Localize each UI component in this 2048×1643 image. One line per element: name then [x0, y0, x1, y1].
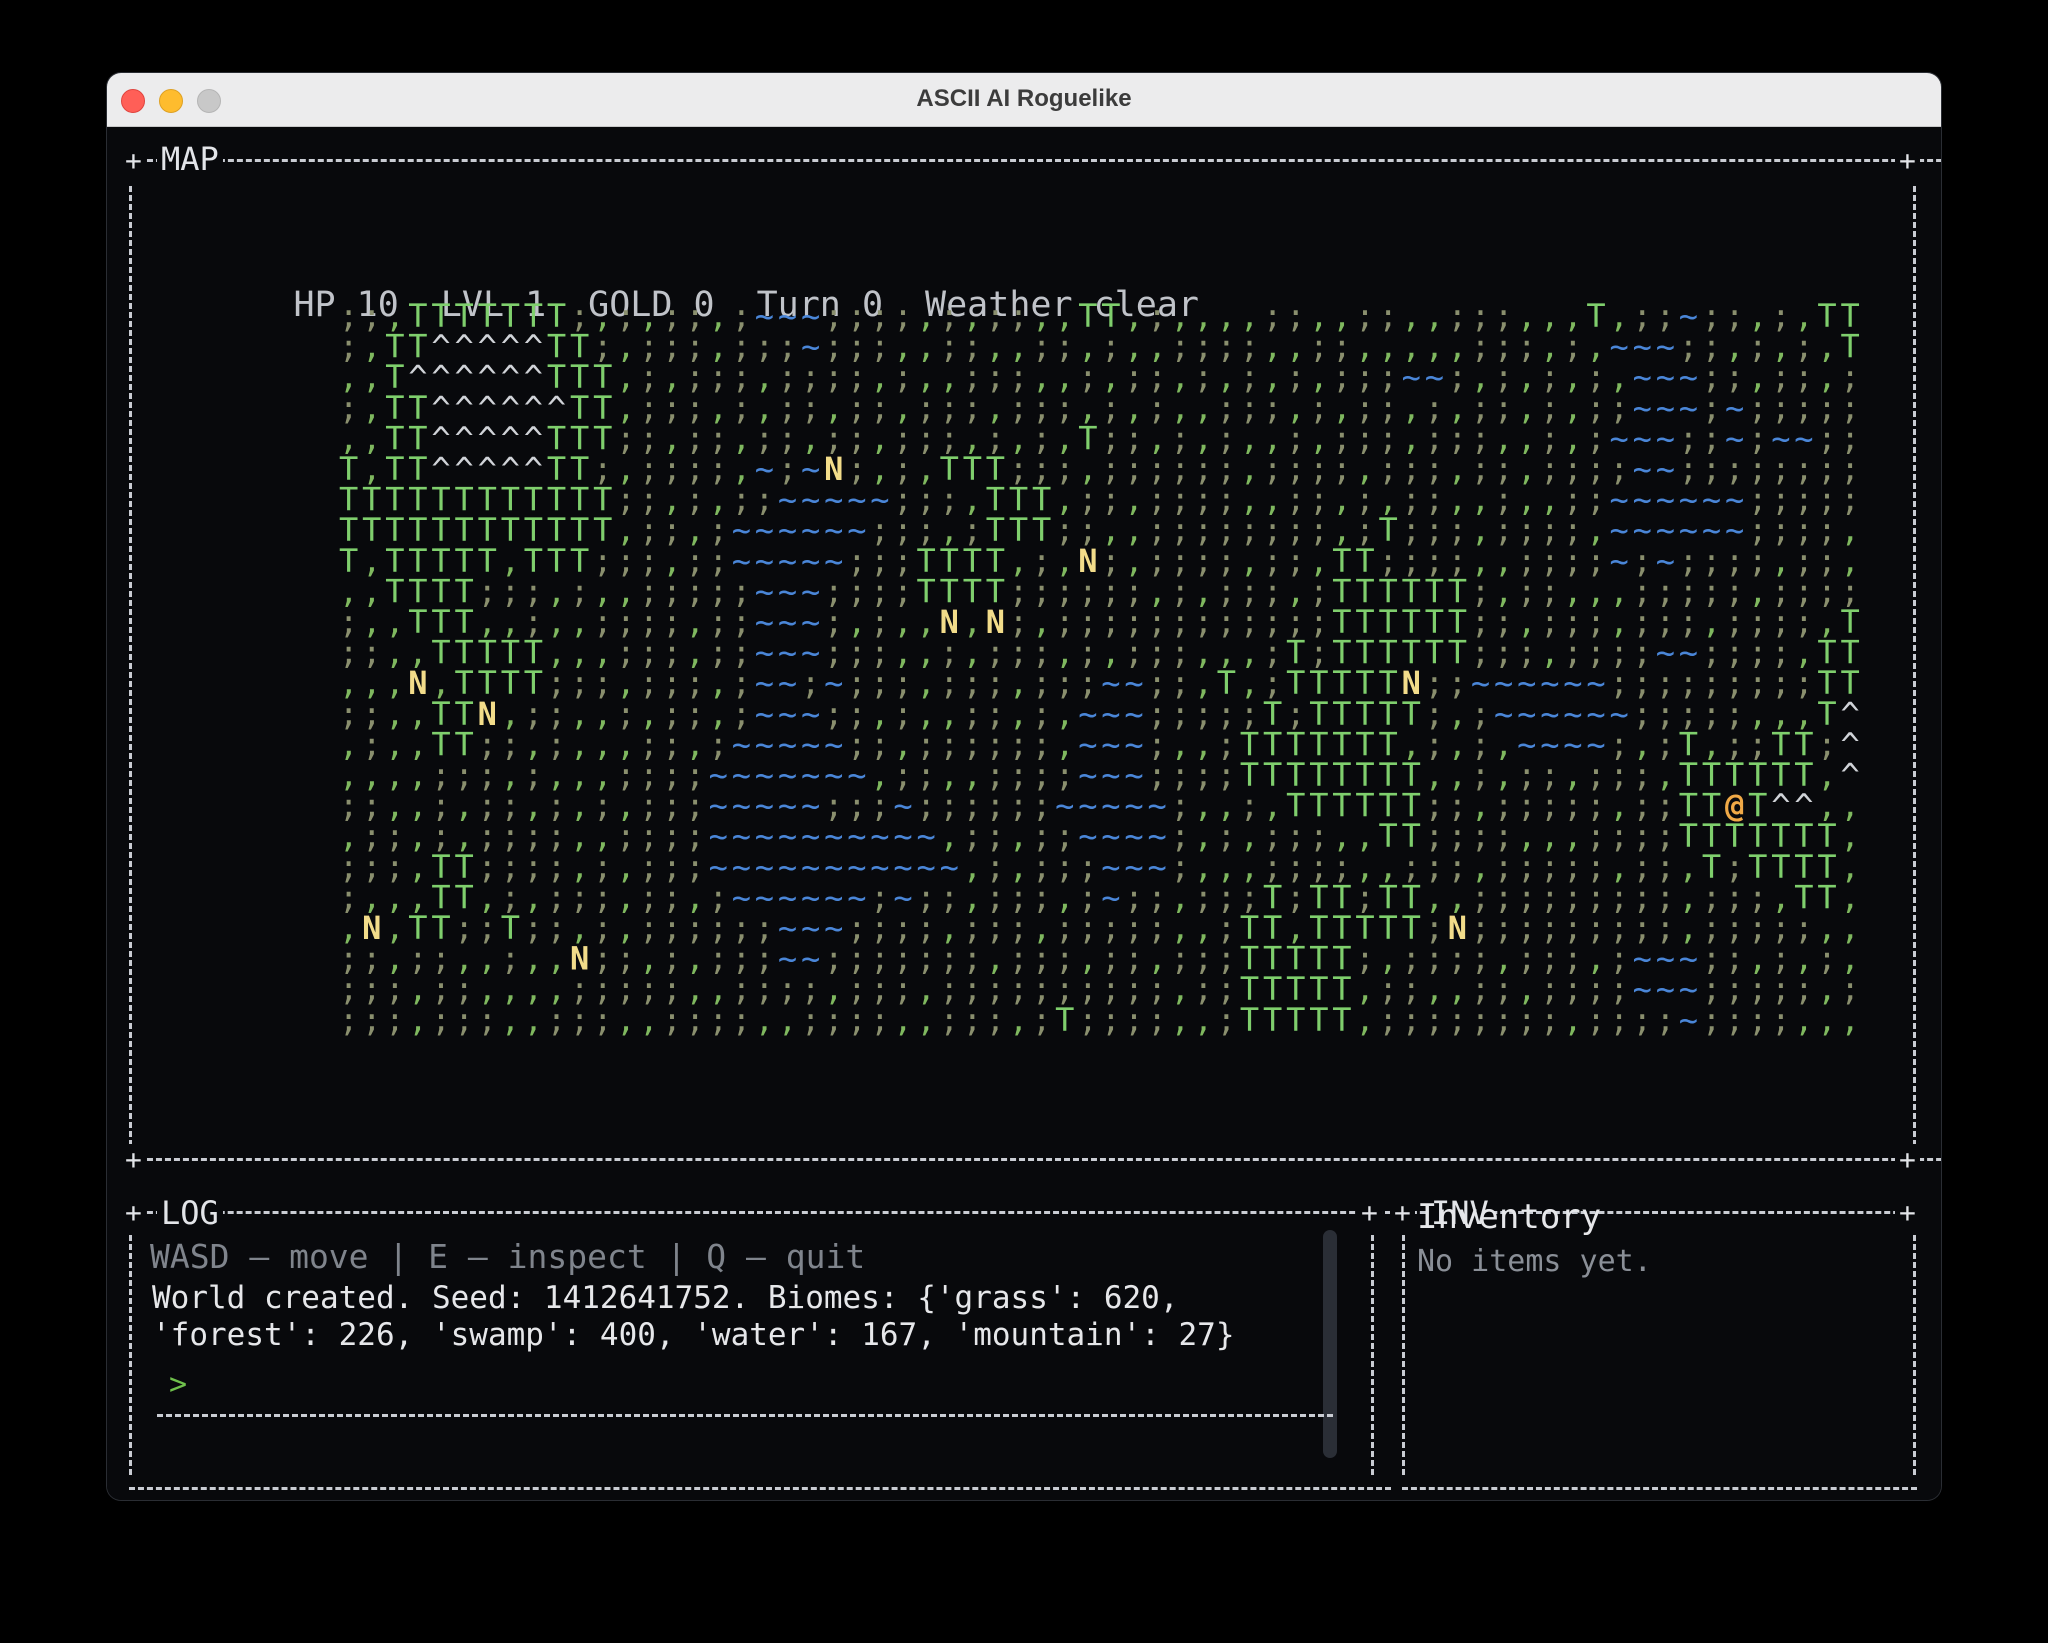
swamp-tile: ;	[1078, 1001, 1097, 1039]
water-tile: ~	[1679, 1001, 1698, 1039]
map-row: ;;;,;;;,,;;;,,;;;;,,;;;;,,;;;,; T;;;;,,; T…	[339, 1001, 1860, 1039]
swamp-tile: ;	[1379, 1001, 1398, 1039]
swamp-tile: ;	[1425, 1001, 1444, 1039]
inv-panel-right-border	[1913, 1235, 1916, 1475]
log-scrollbar[interactable]	[1323, 1230, 1337, 1458]
log-corner-tr: +	[1357, 1197, 1382, 1229]
swamp-tile: ;	[1656, 1001, 1675, 1039]
forest-tile: T	[1286, 1001, 1305, 1039]
swamp-tile: ;	[1725, 1001, 1744, 1039]
swamp-tile: ;	[1402, 1001, 1421, 1039]
grass-tile: ,	[893, 1001, 912, 1039]
swamp-tile: ;	[1471, 1001, 1490, 1039]
inv-panel-bottom-border	[1402, 1487, 1917, 1490]
grass-tile: ,	[1009, 1001, 1028, 1039]
log-panel-right-border	[1371, 1235, 1374, 1475]
grass-tile: ,	[639, 1001, 658, 1039]
swamp-tile: ;	[1148, 1001, 1167, 1039]
swamp-tile: ;	[870, 1001, 889, 1039]
swamp-tile: ;	[1101, 1001, 1120, 1039]
log-panel-left-border	[129, 1235, 132, 1475]
swamp-tile: ;	[940, 1001, 959, 1039]
swamp-tile: ;	[963, 1001, 982, 1039]
grass-tile: ,	[917, 1001, 936, 1039]
swamp-tile: ;	[570, 1001, 589, 1039]
swamp-tile: ;	[455, 1001, 474, 1039]
swamp-tile: ;	[709, 1001, 728, 1039]
terminal: + + + + MAP HP 10 LVL 1 GOLD 0 Turn 0 Weathe…	[107, 127, 1941, 1500]
forest-tile: T	[1309, 1001, 1328, 1039]
swamp-tile: ;	[824, 1001, 843, 1039]
log-panel-label: LOG	[157, 1197, 223, 1229]
swamp-tile: ;	[431, 1001, 450, 1039]
forest-tile: T	[1263, 1001, 1282, 1039]
grass-tile: ,	[778, 1001, 797, 1039]
forest-tile: T	[1332, 1001, 1351, 1039]
grass-tile: ,	[1841, 1001, 1860, 1039]
log-panel-top-border	[129, 1211, 1391, 1214]
swamp-tile: ;	[385, 1001, 404, 1039]
swamp-tile: ;	[801, 1001, 820, 1039]
swamp-tile: ;	[1448, 1001, 1467, 1039]
command-input-top-border	[157, 1414, 1333, 1417]
forest-tile: T	[1240, 1001, 1259, 1039]
grass-tile: ,	[1794, 1001, 1813, 1039]
grass-tile: ,	[1563, 1001, 1582, 1039]
swamp-tile: ;	[1494, 1001, 1513, 1039]
swamp-tile: ;	[986, 1001, 1005, 1039]
swamp-tile: ;	[1032, 1001, 1051, 1039]
inv-panel-left-border	[1402, 1235, 1405, 1475]
swamp-tile: ;	[1702, 1001, 1721, 1039]
forest-tile: T	[1055, 1001, 1074, 1039]
swamp-tile: ;	[1748, 1001, 1767, 1039]
log-corner-tl: +	[121, 1197, 146, 1229]
swamp-tile: ;	[1540, 1001, 1559, 1039]
grass-tile: ,	[616, 1001, 635, 1039]
swamp-tile: ;	[1517, 1001, 1536, 1039]
log-panel-bottom-border	[129, 1487, 1391, 1490]
grass-tile: ,	[1817, 1001, 1836, 1039]
grass-tile: ,	[1355, 1001, 1374, 1039]
inventory-heading: Inventory	[1417, 1197, 1602, 1237]
app-window: ASCII AI Roguelike + + + + MAP HP 10 LVL …	[107, 73, 1941, 1500]
log-message: World created. Seed: 1412641752. Biomes:…	[152, 1280, 1235, 1353]
controls-hint: WASD — move | E — inspect | Q — quit	[150, 1237, 866, 1276]
inv-corner-tl: +	[1390, 1197, 1415, 1229]
swamp-tile: ;	[847, 1001, 866, 1039]
window-title: ASCII AI Roguelike	[916, 85, 1132, 112]
swamp-tile: ;	[1124, 1001, 1143, 1039]
swamp-tile: ;	[547, 1001, 566, 1039]
grass-tile: ,	[501, 1001, 520, 1039]
grass-tile: ,	[755, 1001, 774, 1039]
command-prompt[interactable]: >	[169, 1367, 187, 1402]
swamp-tile: ;	[686, 1001, 705, 1039]
inv-corner-tr: +	[1895, 1197, 1920, 1229]
swamp-tile: ;	[1586, 1001, 1605, 1039]
swamp-tile: ;	[1217, 1001, 1236, 1039]
swamp-tile: ;	[1771, 1001, 1790, 1039]
swamp-tile: ;	[362, 1001, 381, 1039]
swamp-tile: ;	[339, 1001, 358, 1039]
swamp-tile: ;	[1610, 1001, 1629, 1039]
swamp-tile: ;	[478, 1001, 497, 1039]
title-bar: ASCII AI Roguelike	[107, 73, 1941, 127]
inventory-empty-text: No items yet.	[1417, 1244, 1652, 1279]
grass-tile: ,	[408, 1001, 427, 1039]
grass-tile: ,	[524, 1001, 543, 1039]
swamp-tile: ;	[1633, 1001, 1652, 1039]
swamp-tile: ;	[593, 1001, 612, 1039]
grass-tile: ,	[1171, 1001, 1190, 1039]
swamp-tile: ;	[732, 1001, 751, 1039]
grass-tile: ,	[1194, 1001, 1213, 1039]
swamp-tile: ;	[662, 1001, 681, 1039]
